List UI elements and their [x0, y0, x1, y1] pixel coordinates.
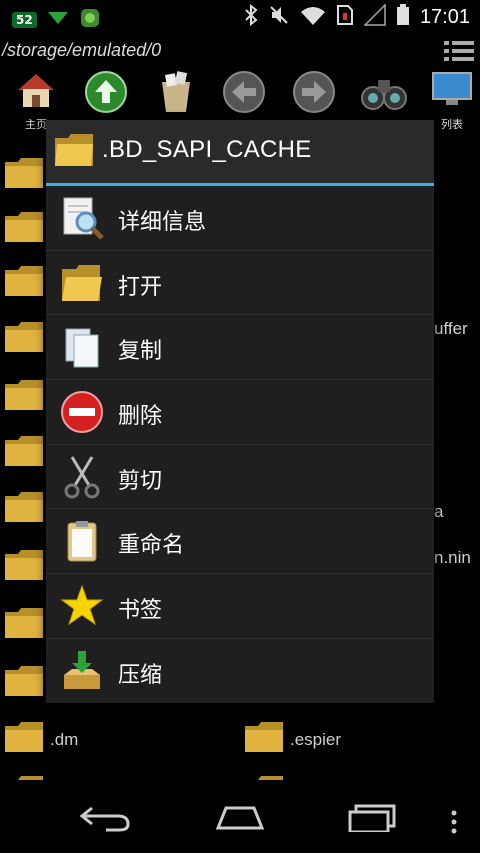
file-name[interactable]: .espier: [290, 730, 341, 750]
folder-icon[interactable]: [4, 720, 44, 754]
current-path: /storage/emulated/0: [2, 40, 162, 60]
binoculars-icon: [360, 70, 408, 118]
compress-icon: [60, 649, 104, 693]
menu-item-rename[interactable]: 重命名: [46, 509, 434, 575]
menu-item-delete[interactable]: 删除: [46, 380, 434, 445]
menu-item-label: 压缩: [118, 662, 163, 688]
menu-item-details[interactable]: 详细信息: [46, 186, 434, 251]
menu-item-label: 剪切: [118, 468, 163, 494]
mute-icon: [268, 4, 290, 30]
back-arrow-icon: [222, 70, 266, 118]
paper-bag-icon: [154, 70, 198, 118]
menu-item-label: 书签: [118, 598, 163, 624]
file-name[interactable]: uffer: [434, 319, 468, 339]
sim-alert-icon: [336, 4, 354, 30]
notification-badge: 52: [12, 12, 37, 28]
recent-apps-icon: [348, 804, 396, 834]
copy-icon: [60, 325, 104, 369]
folder-icon[interactable]: [4, 156, 44, 190]
details-icon: [60, 196, 104, 240]
menu-item-bookmark[interactable]: 书签: [46, 574, 434, 639]
menu-item-label: 打开: [118, 274, 163, 300]
dialog-title: .BD_SAPI_CACHE: [102, 136, 312, 163]
home-icon: [14, 70, 58, 114]
navigation-bar: [0, 780, 480, 853]
signal-icon: [363, 3, 386, 30]
dialog-header: .BD_SAPI_CACHE: [46, 120, 434, 183]
monitor-icon: [430, 70, 474, 114]
menu-item-compress[interactable]: 压缩: [46, 639, 434, 704]
folder-icon[interactable]: [4, 664, 44, 698]
battery-icon: [396, 4, 410, 30]
back-nav-icon: [79, 806, 130, 832]
app-shield-icon: [79, 7, 101, 33]
up-arrow-icon: [84, 70, 128, 118]
dialog-menu-list: 详细信息 打开 复制 删除 剪切 重命名 书签 压缩: [46, 186, 434, 704]
wifi-icon: [300, 4, 326, 30]
status-right: 17:01: [244, 3, 470, 30]
status-left: 52: [12, 7, 101, 33]
bluetooth-icon: [244, 3, 258, 30]
back-nav-button[interactable]: [78, 802, 138, 832]
download-arrow-icon: [47, 10, 69, 30]
forward-arrow-icon: [292, 70, 336, 118]
folder-icon[interactable]: [4, 434, 44, 468]
folder-icon: [54, 132, 94, 172]
menu-item-label: 复制: [118, 339, 163, 365]
list-label: 列表: [441, 118, 463, 131]
folder-icon[interactable]: [4, 548, 44, 582]
home-nav-button[interactable]: [212, 802, 272, 832]
folder-icon[interactable]: [4, 264, 44, 298]
clock: 17:01: [419, 5, 470, 28]
context-menu-dialog: .BD_SAPI_CACHE 详细信息 打开 复制 删除 剪切 重命名 书签 压…: [46, 120, 434, 703]
overflow-menu-icon[interactable]: [450, 810, 458, 838]
delete-icon: [60, 390, 104, 434]
file-name[interactable]: n.nin: [434, 548, 471, 568]
status-bar: 52 17:01: [0, 0, 480, 35]
home-label: 主页: [25, 118, 47, 131]
folder-icon[interactable]: [4, 490, 44, 524]
folder-icon[interactable]: [4, 606, 44, 640]
list-menu-icon[interactable]: [444, 40, 474, 62]
recent-apps-button[interactable]: [346, 802, 406, 834]
open-folder-icon: [60, 261, 104, 305]
file-name[interactable]: .dm: [50, 730, 78, 750]
menu-item-label: 删除: [118, 404, 163, 430]
menu-item-copy[interactable]: 复制: [46, 315, 434, 381]
folder-icon[interactable]: [4, 320, 44, 354]
star-icon: [60, 584, 104, 628]
menu-item-open[interactable]: 打开: [46, 251, 434, 316]
home-nav-icon: [215, 806, 265, 830]
rename-icon: [60, 519, 104, 563]
menu-item-cut[interactable]: 剪切: [46, 445, 434, 510]
scissors-icon: [60, 455, 104, 499]
menu-item-label: 重命名: [118, 533, 185, 559]
folder-icon[interactable]: [4, 378, 44, 412]
menu-item-label: 详细信息: [118, 210, 207, 235]
folder-icon[interactable]: [244, 720, 284, 754]
path-bar: /storage/emulated/0: [0, 36, 480, 66]
file-name[interactable]: a: [434, 502, 443, 522]
folder-icon[interactable]: [4, 210, 44, 244]
